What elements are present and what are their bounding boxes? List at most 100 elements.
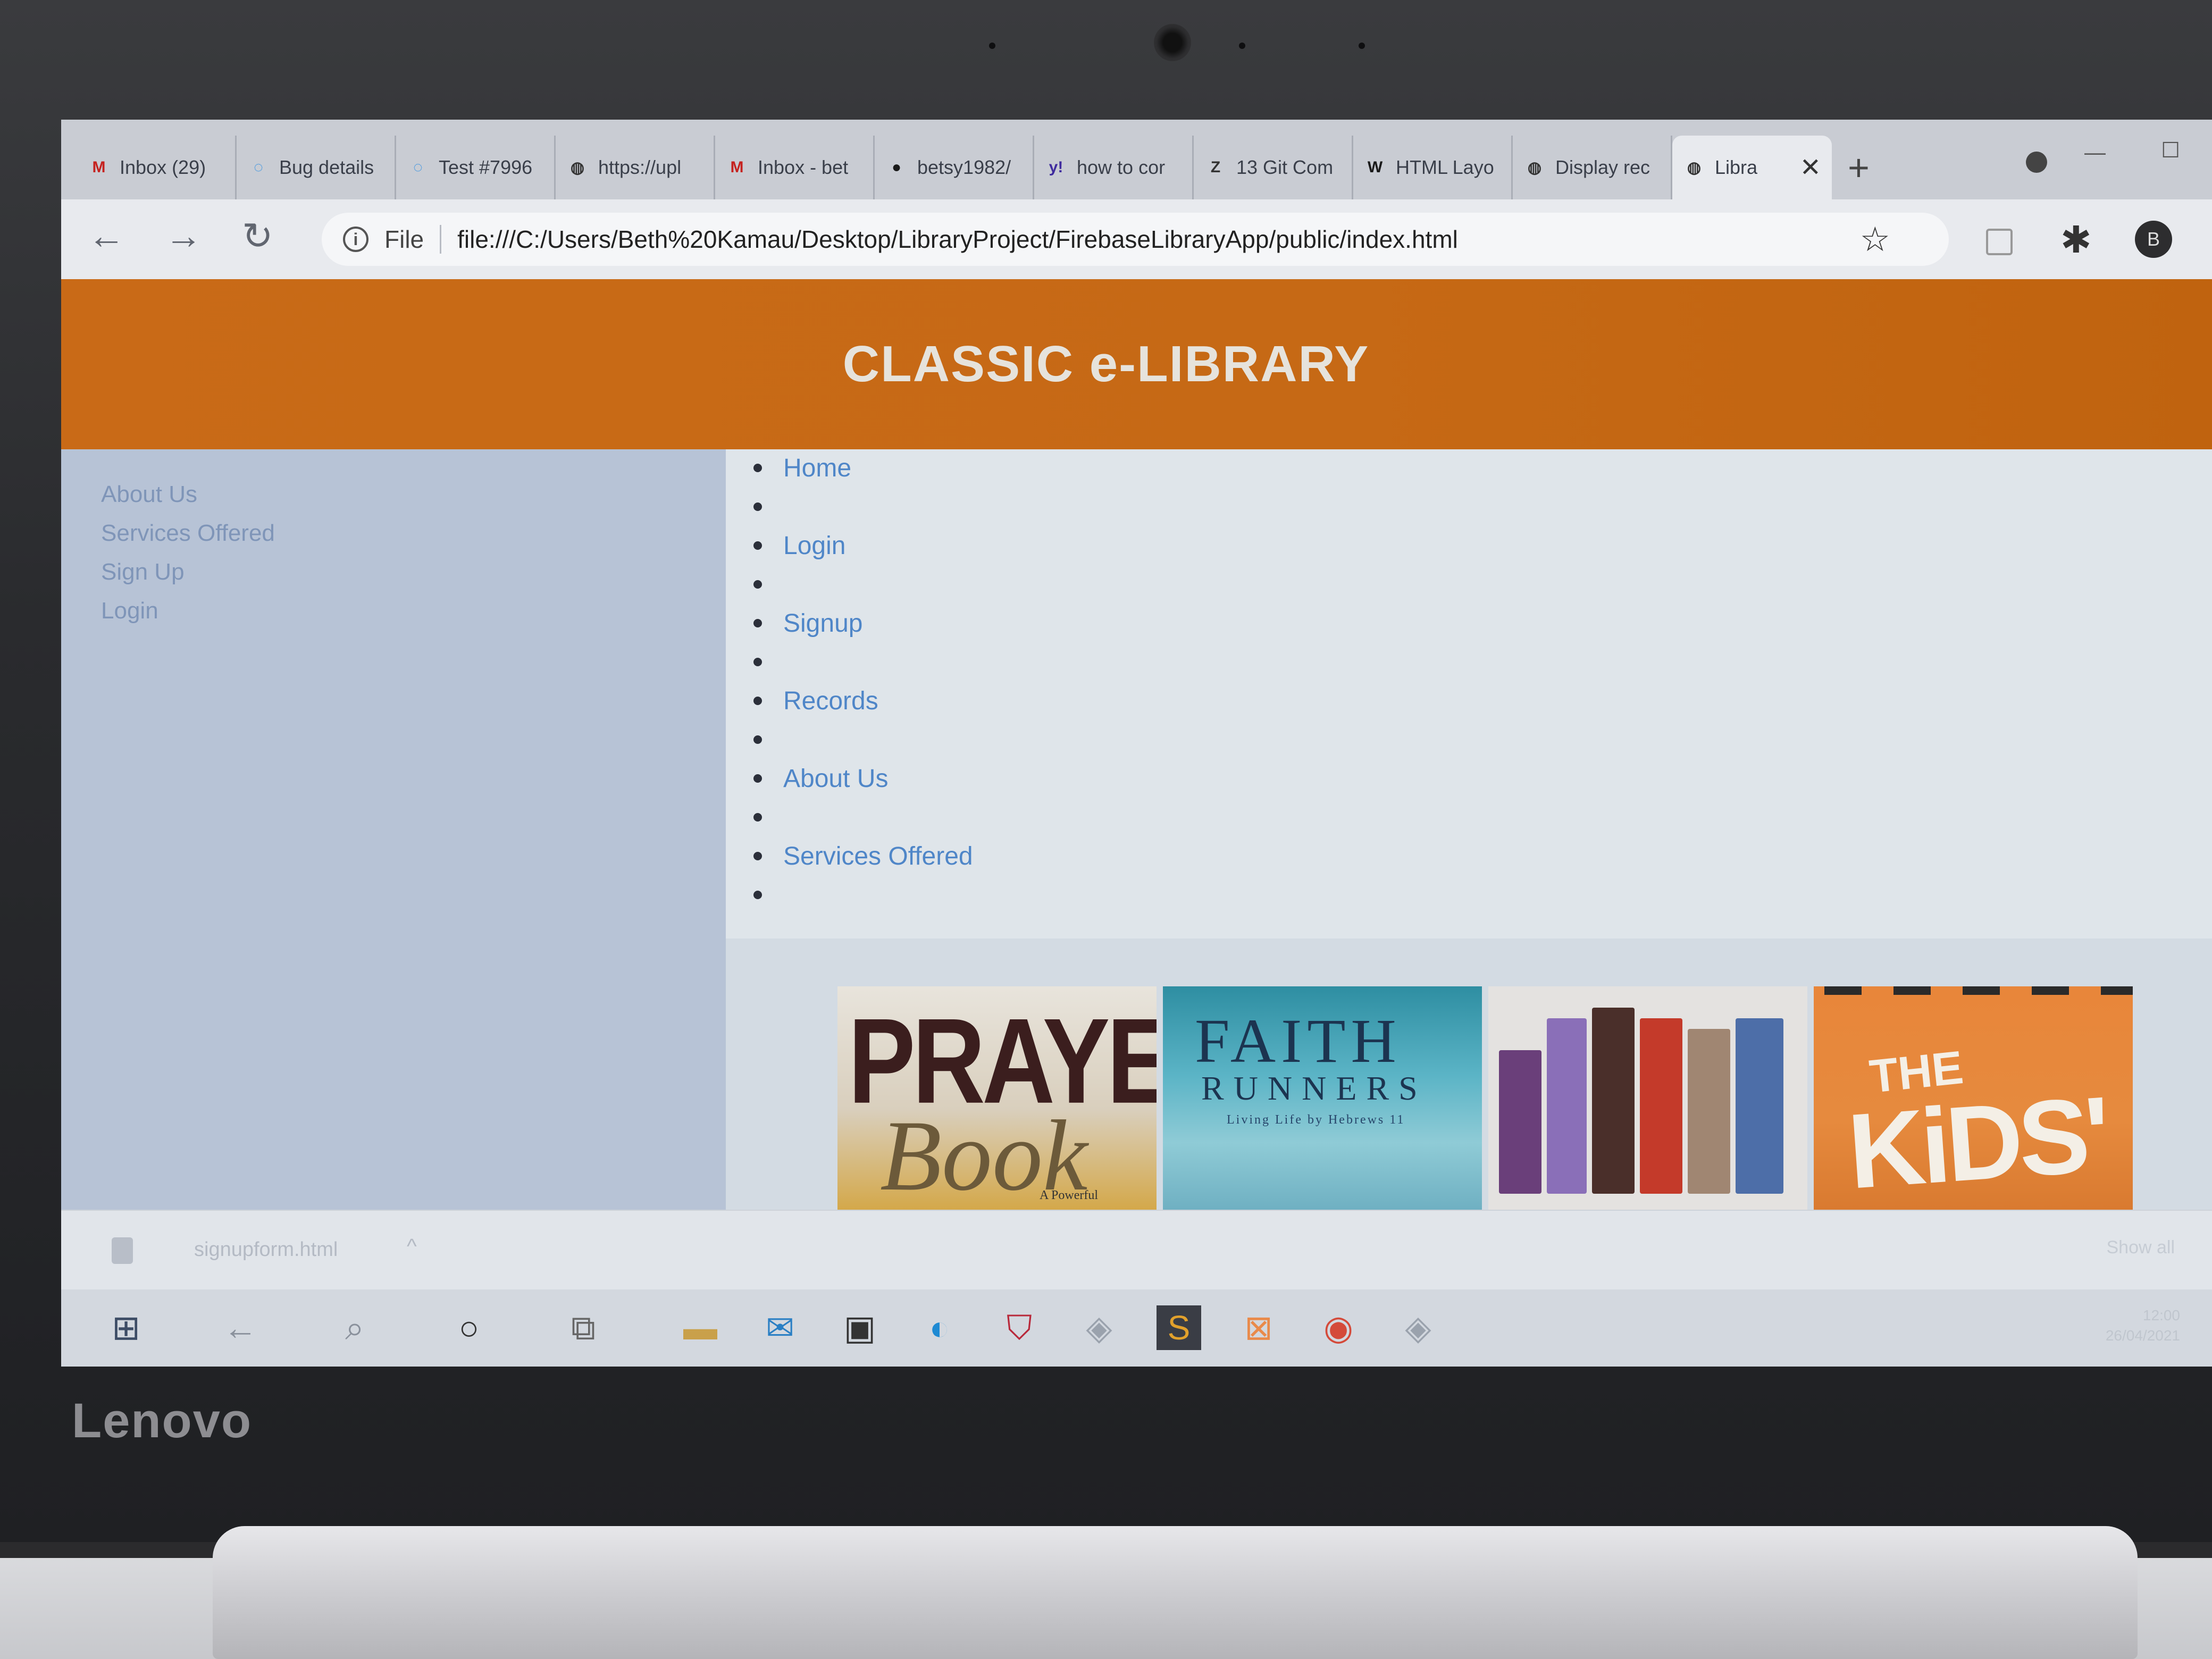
tab-label: how to cor (1077, 156, 1166, 178)
nav-item-about-us: About Us (726, 763, 888, 794)
bullet (753, 774, 762, 783)
book-spine (1592, 1008, 1635, 1194)
new-tab-button[interactable]: + (1848, 146, 1870, 189)
tab-label: Bug details (279, 156, 374, 178)
system-clock[interactable]: 12:00 26/04/2021 (2106, 1305, 2180, 1346)
screen: M Inbox (29) ◌ Bug details ◌ Test #7996 ◍ https… (61, 120, 2212, 1367)
tab-label: Inbox (29) (120, 156, 206, 178)
book-spine (1547, 1018, 1587, 1194)
browser-toolbar: ← → ↻ i File file:///C:/Users/Beth%20Kam… (61, 199, 2212, 279)
tab-label: Libra (1715, 156, 1758, 178)
windows-taskbar: ⊞ ← ⌕ ○ ⧉ ▬ ✉ ▣ ◐ ⛉ ◈ S ⊠ ◉ ◈ 12:00 26/0… (61, 1289, 2212, 1367)
mcafee-icon[interactable]: ⛉ (997, 1305, 1042, 1350)
cover-stripe (1963, 986, 2000, 995)
window-minimize-button[interactable]: — (2084, 141, 2106, 165)
browser-tab[interactable]: Z 13 Git Com (1194, 136, 1353, 199)
url-text[interactable]: file:///C:/Users/Beth%20Kamau/Desktop/Li… (457, 225, 1458, 254)
tab-label: 13 Git Com (1236, 156, 1334, 178)
book-cover-book-stack[interactable] (1488, 986, 1807, 1210)
page-header: CLASSIC e-LIBRARY (61, 279, 2212, 449)
book-cover-prayer-book[interactable]: PRAYER Book A Powerful (837, 986, 1157, 1210)
book-gallery: PRAYER Book A Powerful FAITH RUNNERS Liv… (726, 939, 2212, 1210)
tab-label: https://upl (598, 156, 682, 178)
globe-icon: ◍ (570, 158, 585, 177)
windows-start-icon[interactable]: ⊞ (104, 1305, 148, 1350)
close-icon[interactable]: ✕ (1800, 153, 1821, 182)
scheme-chip: File (384, 225, 442, 254)
mail-icon[interactable]: ✉ (758, 1305, 802, 1350)
browser-tab[interactable]: ◍ https://upl (556, 136, 715, 199)
site-info-icon[interactable]: i (343, 227, 368, 252)
file-explorer-icon[interactable]: ▬ (678, 1305, 723, 1350)
globe-icon: ◍ (1687, 158, 1702, 177)
edge-icon[interactable]: ◐ (917, 1305, 962, 1350)
browser-tab[interactable]: ◍ Libra ✕ (1672, 136, 1832, 199)
gmail-icon: M (730, 158, 744, 176)
book-cover-faith-runners[interactable]: FAITH RUNNERS Living Life by Hebrews 11 (1163, 986, 1482, 1210)
store-icon[interactable]: ▣ (837, 1305, 882, 1350)
git-icon[interactable]: ◈ (1077, 1305, 1121, 1350)
bullet (753, 735, 762, 744)
window-maximize-button[interactable]: ☐ (2161, 138, 2180, 163)
nav-link-signup[interactable]: Signup (783, 609, 862, 638)
nav-item-signup: Signup (726, 607, 862, 639)
tab-search-button[interactable] (2026, 152, 2047, 173)
browser-tab[interactable]: W HTML Layo (1353, 136, 1513, 199)
search-icon[interactable]: ⌕ (332, 1305, 377, 1350)
sidebar-link-about-us[interactable]: About Us (101, 481, 197, 508)
browser-tab[interactable]: M Inbox (29) (77, 136, 237, 199)
reload-icon[interactable]: ↻ (242, 214, 273, 258)
bullet (753, 464, 762, 472)
clock-time: 12:00 (2142, 1307, 2180, 1323)
tab-label: Inbox - bet (758, 156, 849, 178)
browser-tab[interactable]: ◌ Bug details (237, 136, 396, 199)
bookmark-star-icon[interactable]: ☆ (1860, 220, 1890, 259)
globe-icon: ◍ (1527, 158, 1542, 177)
profile-avatar[interactable]: B (2135, 221, 2172, 258)
bullet (753, 502, 762, 511)
main-nav: Home Login Signup Records About Us Servi… (726, 449, 2212, 939)
sidebar-link-login[interactable]: Login (101, 598, 158, 624)
cortana-icon[interactable]: ○ (447, 1305, 491, 1350)
bullet (753, 541, 762, 550)
book-spine (1640, 1018, 1682, 1194)
task-view-icon[interactable]: ⧉ (561, 1305, 606, 1350)
nav-link-home[interactable]: Home (783, 454, 851, 483)
git-gui-icon[interactable]: ◈ (1396, 1305, 1440, 1350)
sidebar-link-sign-up[interactable]: Sign Up (101, 559, 185, 585)
browser-tab[interactable]: y! how to cor (1034, 136, 1194, 199)
back-arrow-icon[interactable]: ← (88, 214, 125, 257)
browser-tab[interactable]: ◌ Test #7996 (396, 136, 556, 199)
sensor-dot (989, 43, 995, 49)
cover-stripe (1893, 986, 1931, 995)
yahoo-icon: y! (1049, 158, 1063, 176)
download-file-icon[interactable] (112, 1237, 133, 1264)
back-arrow-icon[interactable]: ← (218, 1305, 263, 1350)
cover-title-line2: RUNNERS (1201, 1069, 1427, 1107)
webcam (1154, 24, 1191, 61)
nav-link-about-us[interactable]: About Us (783, 764, 888, 793)
chrome-icon[interactable]: ◉ (1316, 1305, 1361, 1350)
show-all-downloads-button[interactable]: Show all (2106, 1237, 2175, 1258)
extensions-puzzle-icon[interactable]: ✱ (2060, 218, 2092, 262)
chevron-up-icon[interactable]: ^ (407, 1235, 417, 1259)
extension-icon[interactable] (1986, 229, 2013, 255)
download-file-name[interactable]: signupform.html (194, 1238, 338, 1261)
sublime-icon[interactable]: S (1157, 1305, 1201, 1350)
address-bar[interactable]: i File file:///C:/Users/Beth%20Kamau/Des… (322, 213, 1949, 266)
nav-link-login[interactable]: Login (783, 531, 845, 560)
book-spine (1736, 1018, 1783, 1194)
cover-stripe (2032, 986, 2069, 995)
nav-link-records[interactable]: Records (783, 686, 878, 716)
browser-tab[interactable]: M Inbox - bet (715, 136, 875, 199)
xampp-icon[interactable]: ⊠ (1236, 1305, 1281, 1350)
browser-tab[interactable]: ● betsy1982/ (875, 136, 1034, 199)
cover-subtitle: Living Life by Hebrews 11 (1227, 1113, 1405, 1127)
nav-link-services-offered[interactable]: Services Offered (783, 842, 973, 871)
forward-arrow-icon[interactable]: → (165, 214, 202, 257)
browser-tab[interactable]: ◍ Display rec (1513, 136, 1672, 199)
tab-label: betsy1982/ (917, 156, 1011, 178)
sidebar-link-services-offered[interactable]: Services Offered (101, 520, 275, 547)
book-cover-the-kids[interactable]: THE KiDS' (1814, 986, 2133, 1210)
download-shelf: signupform.html ^ Show all (61, 1210, 2212, 1291)
